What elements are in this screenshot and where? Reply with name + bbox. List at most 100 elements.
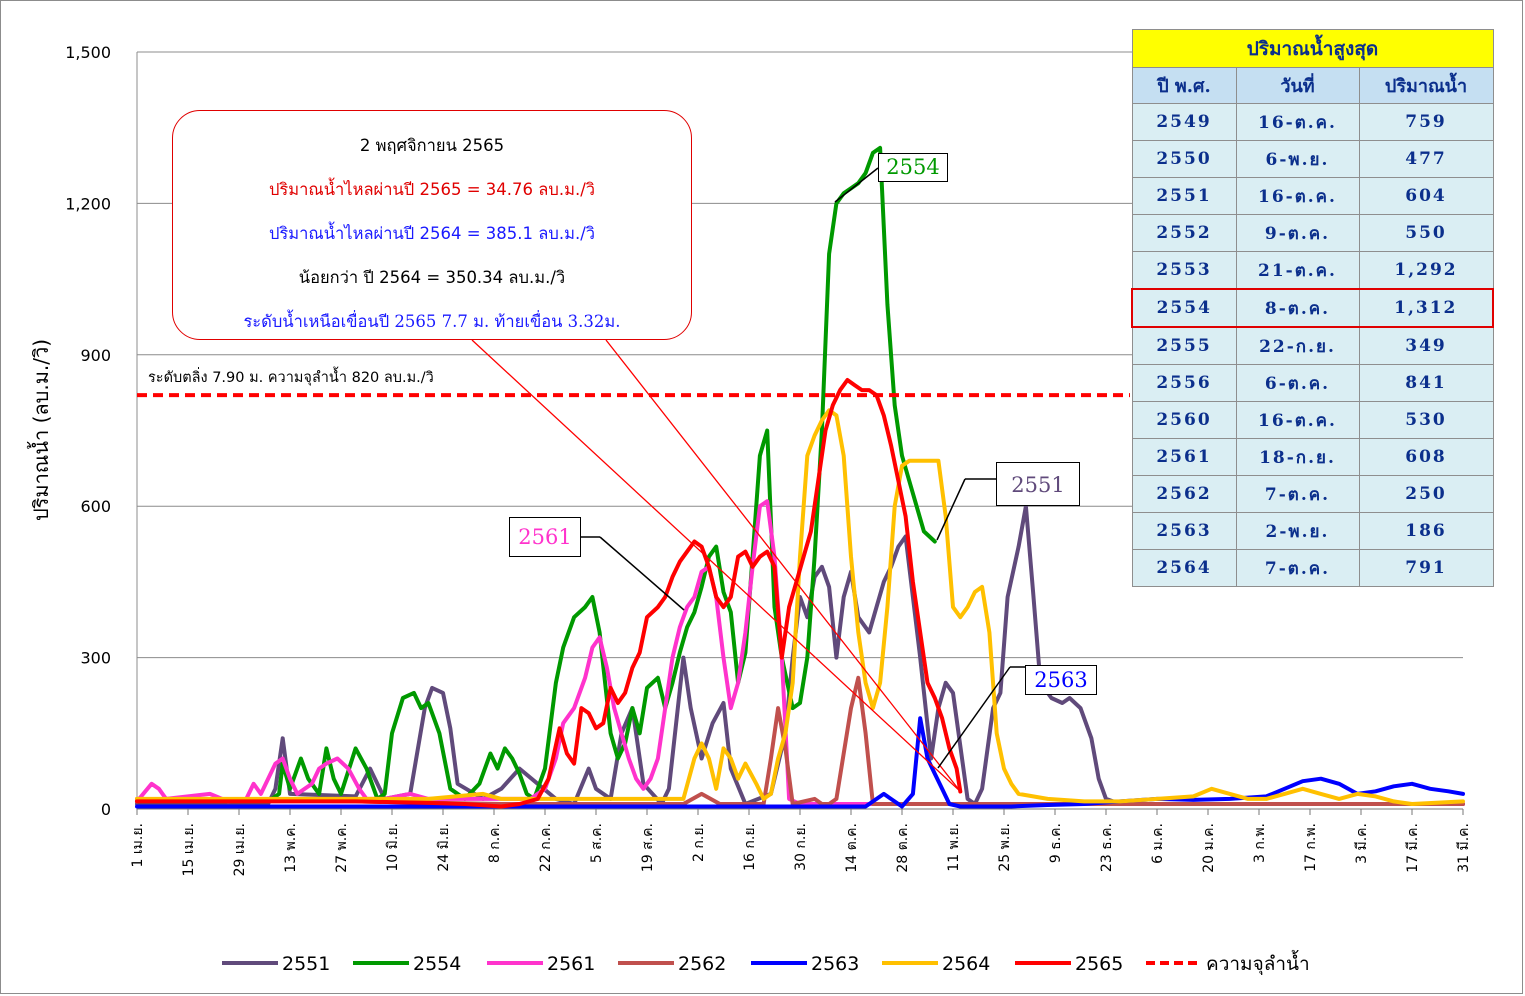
legend-label: 2554: [413, 953, 461, 975]
x-tick-label: 31 มี.ค.: [1456, 823, 1472, 873]
x-tick-label: 14 ต.ค.: [844, 823, 860, 873]
table-row: 2562 7-ต.ค. 250: [1131, 475, 1494, 513]
table-cell-year: 2549: [1131, 103, 1237, 141]
table-cell-year: 2552: [1131, 214, 1237, 252]
table-cell-volume: 477: [1358, 140, 1494, 178]
table-row: 2553 21-ต.ค. 1,292: [1131, 251, 1494, 290]
x-tick-label: 3 มี.ค.: [1354, 823, 1370, 864]
table-cell-year: 2556: [1131, 364, 1237, 402]
max-flow-table: ปริมาณน้ำสูงสุด ปี พ.ศ. วันที่ ปริมาณน้ำ…: [1131, 29, 1494, 587]
info-date: 2 พฤศจิกายน 2565: [359, 136, 505, 155]
table-header-year: ปี พ.ศ.: [1131, 67, 1237, 104]
x-tick-label: 5 ส.ค.: [589, 823, 605, 863]
table-cell-year: 2562: [1131, 475, 1237, 513]
table-row: 2550 6-พ.ย. 477: [1131, 140, 1494, 178]
callout-2554: 2554: [878, 153, 948, 182]
table-cell-volume: 1,312: [1358, 288, 1494, 328]
table-cell-year: 2555: [1131, 326, 1237, 365]
table-cell-date: 7-ต.ค.: [1235, 549, 1360, 587]
x-tick-label: 17 ก.พ.: [1303, 823, 1319, 872]
legend: 2551 2554 2561 2562 2563 2564 2565 ความจุลำน้ำ: [222, 950, 1310, 976]
x-tick-label: 13 พ.ค.: [283, 823, 299, 873]
table-cell-date: 16-ต.ค.: [1235, 177, 1360, 215]
capacity-label: ระดับตลิ่ง 7.90 ม. ความจุลำน้ำ 820 ลบ.ม.…: [148, 366, 434, 386]
table-cell-year: 2551: [1131, 177, 1237, 215]
info-box: 2 พฤศจิกายน 2565 ปริมาณน้ำไหลผ่านปี 2565…: [172, 110, 692, 340]
callout-leader-2554: [834, 167, 879, 203]
x-tick-label: 19 ส.ค.: [640, 823, 656, 872]
x-tick-label: 30 ก.ย.: [793, 823, 809, 871]
table-cell-date: 9-ต.ค.: [1235, 214, 1360, 252]
x-tick-label: 3 ก.พ.: [1252, 823, 1268, 863]
table-cell-year: 2561: [1131, 438, 1237, 476]
x-tick-label: 11 พ.ย.: [946, 823, 962, 872]
table-cell-date: 16-ต.ค.: [1235, 103, 1360, 141]
x-tick-label: 1 เม.ย.: [130, 823, 146, 867]
table-cell-date: 16-ต.ค.: [1235, 401, 1360, 439]
table-cell-year: 2550: [1131, 140, 1237, 178]
x-tick-label: 28 ต.ค.: [895, 823, 911, 873]
x-tick-label: 20 ม.ค.: [1201, 823, 1217, 873]
y-tick-label: 1,500: [65, 43, 111, 62]
y-tick-label: 300: [80, 649, 111, 668]
table-cell-volume: 186: [1358, 512, 1494, 550]
y-tick-label: 900: [80, 346, 111, 365]
table-row: 2556 6-ต.ค. 841: [1131, 364, 1494, 402]
table-cell-volume: 604: [1358, 177, 1494, 215]
table-row: 2549 16-ต.ค. 759: [1131, 103, 1494, 141]
table-cell-volume: 1,292: [1358, 251, 1494, 290]
info-flow-2565: ปริมาณน้ำไหลผ่านปี 2565 = 34.76 ลบ.ม./วิ: [268, 180, 596, 199]
table-row: 2551 16-ต.ค. 604: [1131, 177, 1494, 215]
table-row: 2552 9-ต.ค. 550: [1131, 214, 1494, 252]
legend-label: 2562: [678, 953, 726, 975]
table-cell-volume: 250: [1358, 475, 1494, 513]
x-tick-label: 15 เม.ย.: [181, 823, 197, 876]
y-axis-label: ปริมาณน้ำ (ลบ.ม./วิ): [27, 339, 53, 521]
info-difference: น้อยกว่า ปี 2564 = 350.34 ลบ.ม./วิ: [298, 268, 566, 287]
y-tick-label: 1,200: [65, 194, 111, 213]
table-cell-date: 7-ต.ค.: [1235, 475, 1360, 513]
table-cell-volume: 791: [1358, 549, 1494, 587]
info-water-level: ระดับน้ำเหนือเขื่อนปี 2565 7.7 ม. ท้ายเข…: [243, 312, 621, 331]
x-tick-label: 25 พ.ย.: [997, 823, 1013, 872]
series-line-2563: [135, 716, 1465, 809]
info-flow-2564: ปริมาณน้ำไหลผ่านปี 2564 = 385.1 ลบ.ม./วิ: [268, 224, 596, 243]
table-row: 2563 2-พ.ย. 186: [1131, 512, 1494, 550]
x-tick-label: 29 เม.ย.: [232, 823, 248, 876]
table-cell-year: 2554: [1131, 288, 1237, 328]
table-cell-date: 6-ต.ค.: [1235, 364, 1360, 402]
table-row: 2555 22-ก.ย. 349: [1131, 326, 1494, 365]
table-title: ปริมาณน้ำสูงสุด: [1131, 29, 1494, 68]
legend-label: 2561: [547, 953, 595, 975]
legend-label: ความจุลำน้ำ: [1206, 950, 1310, 976]
table-cell-year: 2563: [1131, 512, 1237, 550]
x-tick-label: 27 พ.ค.: [334, 823, 350, 873]
callout-2551: 2551: [996, 462, 1080, 506]
table-header-volume: ปริมาณน้ำ: [1358, 67, 1494, 104]
table-row: 2560 16-ต.ค. 530: [1131, 401, 1494, 439]
x-tick-label: 16 ก.ย.: [742, 823, 758, 871]
table-header-date: วันที่: [1235, 67, 1360, 104]
callout-2563: 2563: [1025, 665, 1097, 695]
y-tick-label: 0: [101, 800, 111, 819]
x-tick-label: 2 ก.ย.: [691, 823, 707, 862]
x-tick-label: 24 มิ.ย.: [436, 823, 452, 872]
leader-line: [471, 339, 961, 792]
x-tick-label: 22 ก.ค.: [538, 823, 554, 872]
legend-label: 2563: [811, 953, 859, 975]
table-cell-date: 21-ต.ค.: [1235, 251, 1360, 290]
table-cell-date: 18-ก.ย.: [1235, 438, 1360, 476]
table-row: 2564 7-ต.ค. 791: [1131, 549, 1494, 587]
table-cell-date: 8-ต.ค.: [1235, 288, 1360, 328]
x-tick-label: 6 ม.ค.: [1150, 823, 1166, 864]
table-cell-volume: 841: [1358, 364, 1494, 402]
y-tick-label: 600: [80, 497, 111, 516]
table-cell-date: 2-พ.ย.: [1235, 512, 1360, 550]
x-tick-label: 9 ธ.ค.: [1048, 823, 1064, 863]
callout-leader-2561: [599, 536, 685, 611]
table-cell-date: 6-พ.ย.: [1235, 140, 1360, 178]
callout-2561: 2561: [509, 517, 581, 557]
table-row: 2561 18-ก.ย. 608: [1131, 438, 1494, 476]
x-tick-label: 17 มี.ค.: [1405, 823, 1421, 873]
table-cell-date: 22-ก.ย.: [1235, 326, 1360, 365]
